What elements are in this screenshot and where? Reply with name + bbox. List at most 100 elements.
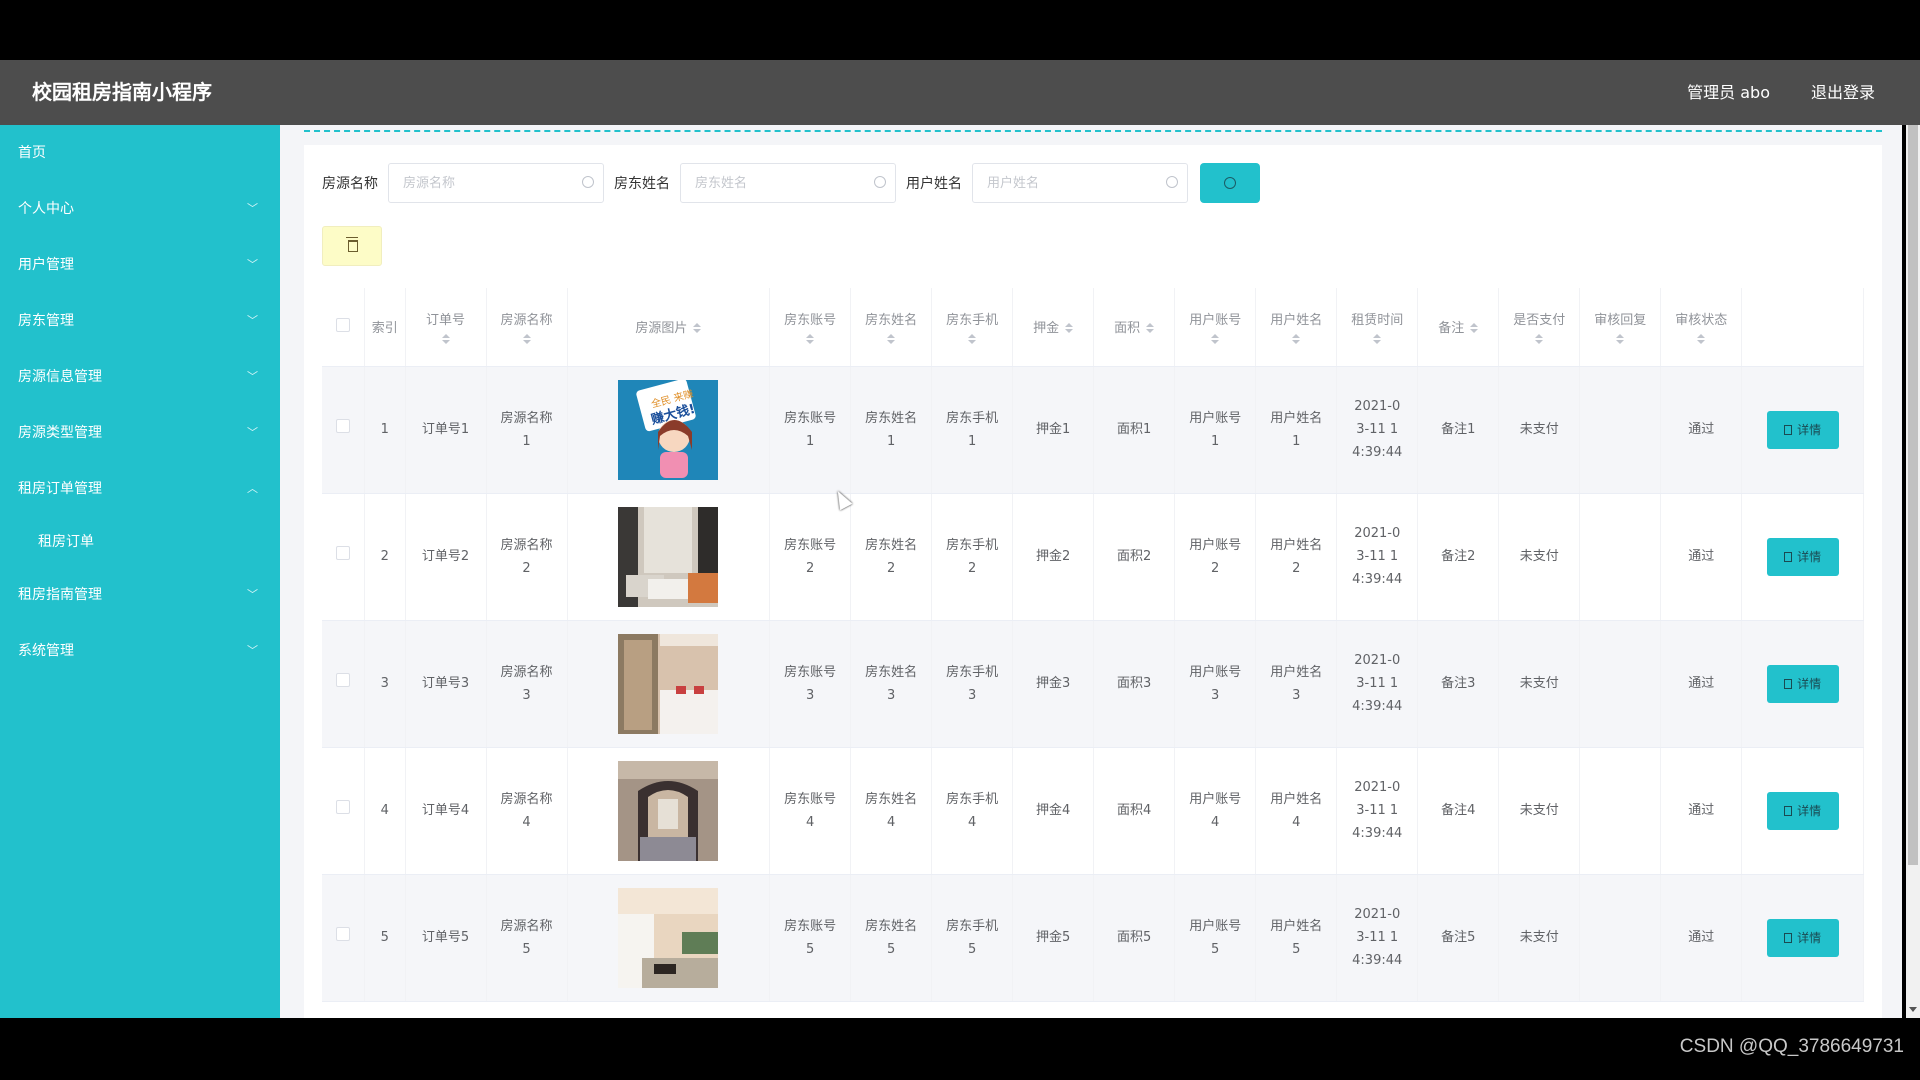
cell-user_account: 用户账号3 xyxy=(1174,620,1257,748)
detail-button-label: 详情 xyxy=(1797,676,1822,691)
column-header-review_reply[interactable]: 审核回复 xyxy=(1579,288,1662,367)
detail-button-label: 详情 xyxy=(1797,930,1822,945)
cell-text: 用户姓名5 xyxy=(1270,918,1323,957)
detail-button[interactable]: 详情 xyxy=(1766,410,1839,449)
sidebar-item[interactable]: 房源信息管理 ﹀ xyxy=(0,349,280,405)
column-header-landlord_name[interactable]: 房东姓名 xyxy=(850,288,933,367)
trash-icon xyxy=(346,237,358,252)
cell-index: 5 xyxy=(364,874,406,1002)
sort-icon[interactable] xyxy=(806,333,815,345)
sort-icon[interactable] xyxy=(441,333,450,345)
sort-icon[interactable] xyxy=(1211,333,1220,345)
column-header-review_status[interactable]: 审核状态 xyxy=(1660,288,1743,367)
detail-button[interactable]: 详情 xyxy=(1766,791,1839,830)
row-checkbox[interactable] xyxy=(336,419,351,433)
sort-icon[interactable] xyxy=(693,323,702,334)
cell-text: 用户姓名1 xyxy=(1270,410,1323,449)
select-all-checkbox[interactable] xyxy=(336,317,351,332)
sort-icon[interactable] xyxy=(968,333,977,345)
sort-icon[interactable] xyxy=(522,333,531,345)
column-header-label: 审核回复 xyxy=(1594,312,1647,328)
cell-text: 押金2 xyxy=(1036,549,1071,564)
sidebar-item[interactable]: 首页 xyxy=(0,125,280,181)
detail-button[interactable]: 详情 xyxy=(1766,664,1839,703)
column-header-house_image[interactable]: 房源图片 xyxy=(567,288,771,367)
sidebar-item[interactable]: 用户管理 ﹀ xyxy=(0,237,280,293)
cell-text: 面积2 xyxy=(1117,549,1152,564)
delete-button[interactable] xyxy=(322,226,382,266)
chevron-down-icon: ﹀ xyxy=(247,202,258,215)
column-header-area[interactable]: 面积 xyxy=(1093,288,1176,367)
cell-text: 面积4 xyxy=(1117,803,1152,818)
cell-paid: 未支付 xyxy=(1498,620,1581,748)
cell-text: 房东账号4 xyxy=(784,791,837,830)
sort-icon[interactable] xyxy=(1146,323,1155,334)
column-header-label: 备注 xyxy=(1438,321,1465,337)
search-button[interactable] xyxy=(1200,163,1260,203)
cell-select xyxy=(322,366,366,494)
cell-user_name: 用户姓名4 xyxy=(1255,747,1338,875)
sort-icon[interactable] xyxy=(1535,333,1544,345)
cell-review_reply xyxy=(1579,874,1662,1002)
sort-icon[interactable] xyxy=(1616,333,1625,345)
detail-button[interactable]: 详情 xyxy=(1766,918,1839,957)
column-header-order_no[interactable]: 订单号 xyxy=(405,288,487,367)
cell-index: 4 xyxy=(364,747,406,875)
column-header-user_name[interactable]: 用户姓名 xyxy=(1255,288,1338,367)
column-header-landlord_phone[interactable]: 房东手机 xyxy=(931,288,1014,367)
column-header-index: 索引 xyxy=(364,288,406,367)
sidebar-item[interactable]: 房东管理 ﹀ xyxy=(0,293,280,349)
sort-icon[interactable] xyxy=(1065,323,1074,334)
chevron-down-icon: ﹀ xyxy=(247,588,258,601)
logout-link[interactable]: 退出登录 xyxy=(1811,60,1875,125)
sidebar-item[interactable]: 系统管理 ﹀ xyxy=(0,623,280,679)
cell-order_no: 订单号3 xyxy=(405,620,487,748)
sort-icon[interactable] xyxy=(1697,333,1706,345)
main-content: 房源名称房东姓名用户姓名 索引订单号房源名称房源图片房东账号房东姓名房东手机押金… xyxy=(280,125,1902,1018)
bottom-black-bar xyxy=(0,1018,1920,1080)
column-header-user_account[interactable]: 用户账号 xyxy=(1174,288,1257,367)
sort-icon[interactable] xyxy=(1470,323,1479,334)
column-header-label: 租赁时间 xyxy=(1351,312,1404,328)
column-header-deposit[interactable]: 押金 xyxy=(1012,288,1095,367)
cell-remark: 备注2 xyxy=(1417,493,1500,621)
row-checkbox[interactable] xyxy=(336,800,351,814)
cell-house_image xyxy=(567,747,771,875)
cell-text: 订单号3 xyxy=(421,676,470,691)
scroll-down-arrow-icon[interactable] xyxy=(1909,1007,1917,1016)
sidebar-subitem[interactable]: 租房订单 xyxy=(0,517,280,567)
sidebar-item-label: 用户管理 xyxy=(18,257,74,273)
detail-button[interactable]: 详情 xyxy=(1766,537,1839,576)
cell-text: 房东姓名5 xyxy=(865,918,918,957)
cell-text: 备注1 xyxy=(1441,422,1476,437)
row-checkbox[interactable] xyxy=(336,673,351,687)
page-scrollbar[interactable] xyxy=(1906,125,1920,1018)
sidebar-item[interactable]: 房源类型管理 ﹀ xyxy=(0,405,280,461)
column-header-landlord_account[interactable]: 房东账号 xyxy=(769,288,852,367)
scrollbar-thumb[interactable] xyxy=(1908,125,1918,865)
search-icon xyxy=(582,176,594,188)
row-checkbox[interactable] xyxy=(336,546,351,560)
sidebar-item[interactable]: 个人中心 ﹀ xyxy=(0,181,280,237)
column-header-paid[interactable]: 是否支付 xyxy=(1498,288,1581,367)
column-header-label: 房东姓名 xyxy=(865,312,918,328)
sidebar-item[interactable]: 租房指南管理 ﹀ xyxy=(0,567,280,623)
filter-label: 房东姓名 xyxy=(614,176,670,192)
sidebar-item[interactable]: 租房订单管理 ︿ xyxy=(0,461,280,517)
cell-actions: 详情 xyxy=(1741,620,1864,748)
cell-landlord_name: 房东姓名5 xyxy=(850,874,933,1002)
column-header-remark[interactable]: 备注 xyxy=(1417,288,1500,367)
search-icon xyxy=(1224,177,1236,189)
filter-input[interactable] xyxy=(389,164,603,202)
sort-icon[interactable] xyxy=(1373,333,1382,345)
filter-input[interactable] xyxy=(973,164,1187,202)
column-header-label: 面积 xyxy=(1114,321,1141,337)
column-header-house_name[interactable]: 房源名称 xyxy=(486,288,568,367)
column-header-rent_time[interactable]: 租赁时间 xyxy=(1336,288,1419,367)
row-checkbox[interactable] xyxy=(336,927,351,941)
detail-button-label: 详情 xyxy=(1797,549,1822,564)
filter-input[interactable] xyxy=(681,164,895,202)
detail-button-label: 详情 xyxy=(1797,803,1822,818)
sort-icon[interactable] xyxy=(1292,333,1301,345)
sort-icon[interactable] xyxy=(887,333,896,345)
